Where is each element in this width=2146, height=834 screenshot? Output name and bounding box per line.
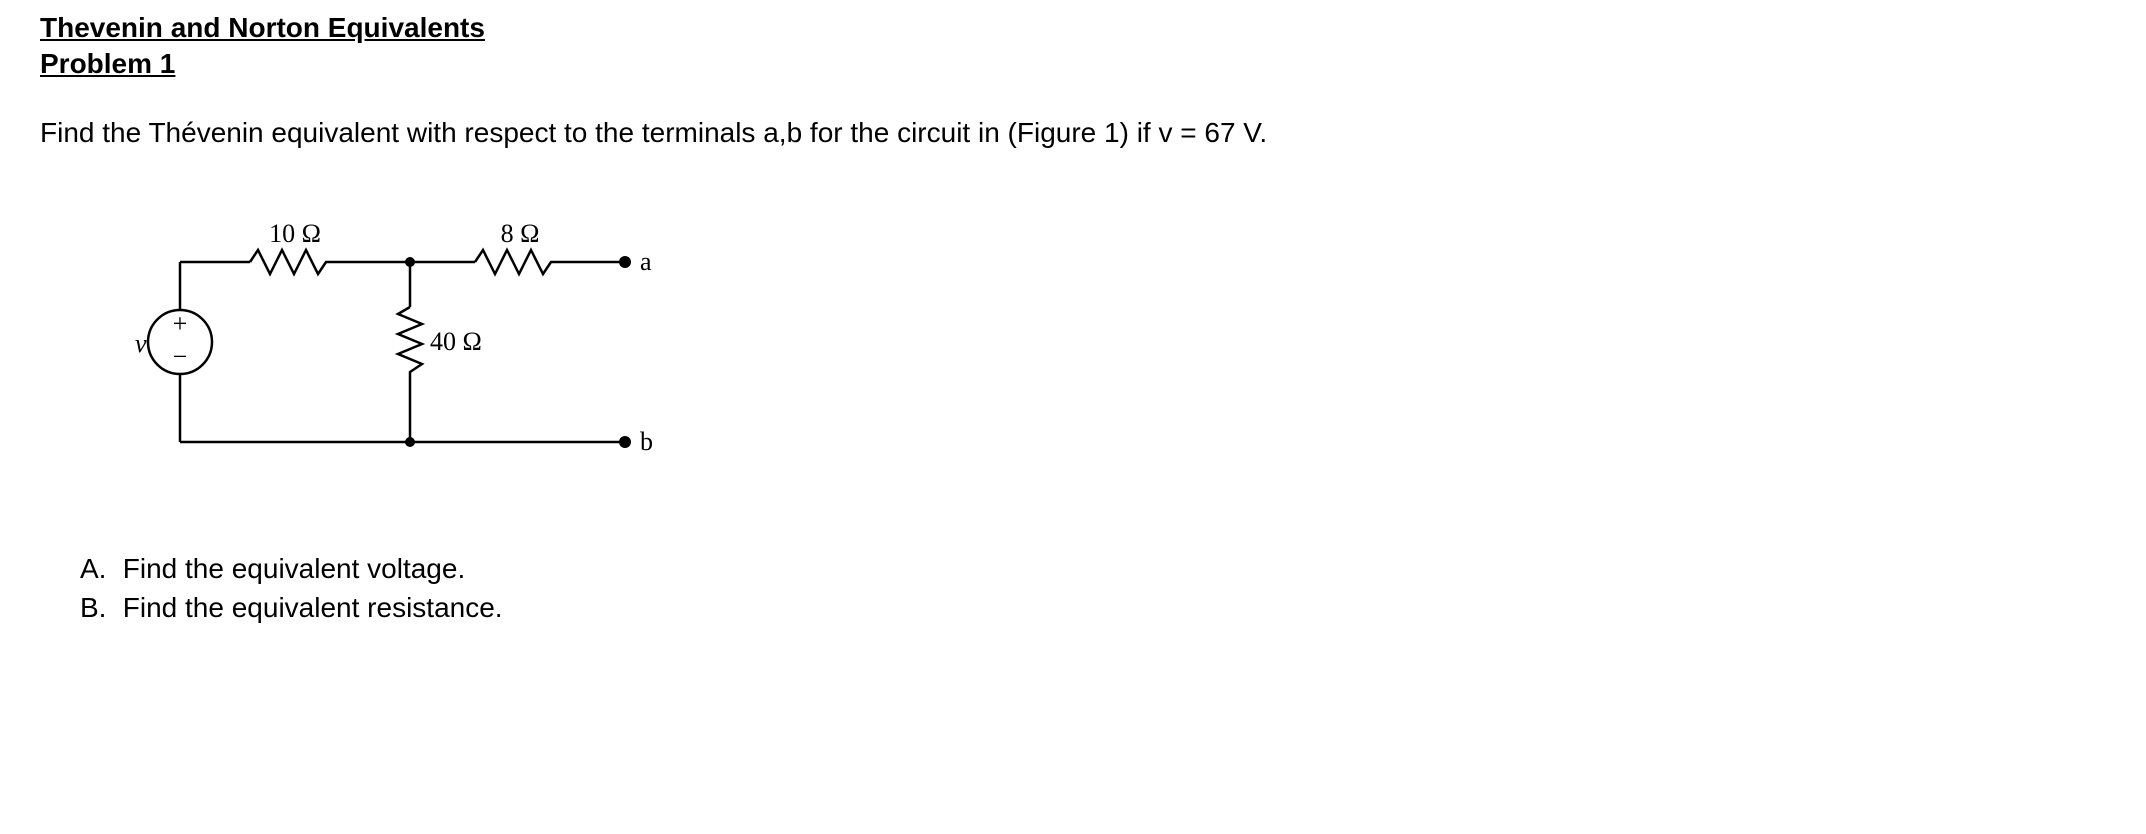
circuit-svg: .wire { stroke:#000; stroke-width:2.5; f…: [80, 202, 680, 502]
problem-number: Problem 1: [40, 46, 2106, 82]
question-b-text: Find the equivalent resistance.: [123, 592, 503, 623]
source-minus: −: [173, 342, 188, 371]
terminal-a-label: a: [640, 247, 652, 276]
r2-label: 8 Ω: [501, 219, 540, 248]
heading-section: Thevenin and Norton Equivalents Problem …: [40, 10, 2106, 83]
source-plus: +: [173, 309, 188, 338]
terminal-b-label: b: [640, 427, 653, 456]
r1-label: 10 Ω: [269, 219, 321, 248]
problem-statement: Find the Thévenin equivalent with respec…: [40, 113, 2106, 152]
r3-label: 40 Ω: [430, 327, 482, 356]
source-label: v: [135, 329, 147, 358]
circuit-figure: .wire { stroke:#000; stroke-width:2.5; f…: [80, 202, 2106, 509]
question-a: A. Find the equivalent voltage.: [80, 549, 2106, 588]
question-a-marker: A.: [80, 549, 115, 588]
question-b: B. Find the equivalent resistance.: [80, 588, 2106, 627]
question-b-marker: B.: [80, 588, 115, 627]
topic-title: Thevenin and Norton Equivalents: [40, 10, 2106, 46]
questions-list: A. Find the equivalent voltage. B. Find …: [80, 549, 2106, 627]
question-a-text: Find the equivalent voltage.: [123, 553, 465, 584]
